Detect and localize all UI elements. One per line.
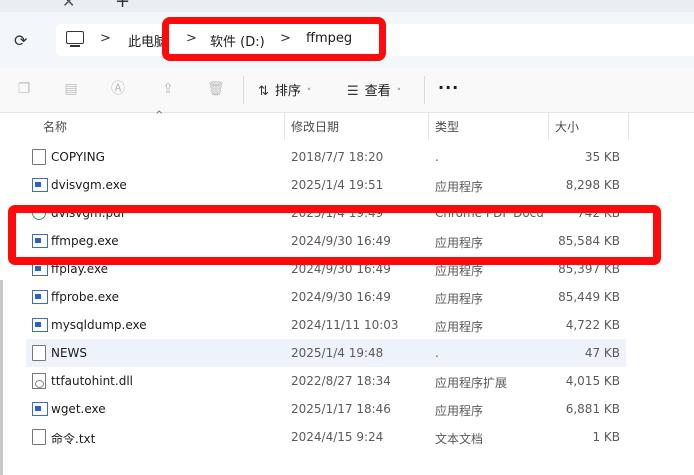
toolbar-divider [243,76,244,104]
file-name: wget.exe [51,402,106,416]
sort-icon: ⇅ [258,84,269,99]
file-size: 4,015 KB [565,374,620,388]
file-type: 应用程序 [435,320,484,334]
file-type: . [435,346,439,360]
this-pc-icon[interactable] [66,31,84,47]
file-type: 应用程序 [435,292,484,306]
chevron-down-icon: ˅ [306,88,312,98]
view-button[interactable]: ☰ 查看 ˅ [347,80,401,100]
address-highlight-box [162,17,386,61]
column-divider[interactable] [548,112,549,140]
file-size: 8,298 KB [565,178,620,192]
file-row[interactable]: wget.exe 2025/1/17 18:46 应用程序 6,881 KB [26,395,626,423]
refresh-icon[interactable]: ⟳ [14,31,27,50]
file-modified: 2024/11/11 10:03 [291,318,399,332]
sort-ascending-icon: ^ [155,110,164,121]
file-name: dvisvgm.exe [51,178,127,192]
file-modified: 2018/7/7 18:20 [291,150,384,164]
file-row[interactable]: 命令.txt 2024/4/15 9:24 文本文档 1 KB [26,423,626,451]
column-header-type[interactable]: 类型 [435,118,459,135]
column-divider[interactable] [428,112,429,140]
exe-icon [32,318,48,332]
column-divider[interactable] [628,112,629,140]
column-header-size[interactable]: 大小 [555,118,579,135]
dll-icon [32,373,46,389]
chevron-down-icon: ˅ [396,88,402,98]
column-header-row: ^ 名称 修改日期 类型 大小 [0,110,694,140]
file-modified: 2024/9/30 16:49 [291,290,391,304]
copy-icon[interactable]: ❐ [16,81,32,97]
exe-icon [32,178,48,192]
command-bar: ❐ ▤ Ⓐ ⇪ 🗑 ⇅ 排序 ˅ ☰ 查看 ˅ ··· [0,68,694,113]
rename-icon[interactable]: Ⓐ [110,81,126,97]
file-type: 应用程序 [435,404,484,418]
document-icon [32,149,46,165]
delete-icon[interactable]: 🗑 [207,81,225,97]
file-name: ttfautohint.dll [51,374,133,388]
exe-icon [32,290,48,304]
file-modified: 2025/1/17 18:46 [291,402,391,416]
view-list-icon: ☰ [347,84,359,99]
tab-strip: ✕ + [0,0,694,12]
file-size: 1 KB [592,430,620,444]
exe-icon [32,402,48,416]
file-modified: 2022/8/27 18:34 [291,374,391,388]
file-name: NEWS [51,346,88,360]
file-size: 6,881 KB [565,402,620,416]
navigation-pane-edge [0,280,3,475]
file-row[interactable]: mysqldump.exe 2024/11/11 10:03 应用程序 4,72… [26,311,626,339]
file-type: 应用程序 [435,180,484,194]
column-header-name[interactable]: 名称 [43,118,67,135]
file-name: mysqldump.exe [51,318,147,332]
file-size: 4,722 KB [565,318,620,332]
new-tab-icon[interactable]: + [115,0,130,12]
paste-icon[interactable]: ▤ [63,81,79,97]
more-options-button[interactable]: ··· [438,78,459,97]
file-row[interactable]: ttfautohint.dll 2022/8/27 18:34 应用程序扩展 4… [26,367,626,395]
file-modified: 2025/1/4 19:51 [291,178,384,192]
toolbar-divider [424,76,425,104]
close-tab-icon[interactable]: ✕ [62,0,75,11]
ffmpeg-row-highlight-box [8,205,661,265]
share-icon[interactable]: ⇪ [160,81,176,97]
file-size: 35 KB [584,150,620,164]
file-row-selected[interactable]: NEWS 2025/1/4 19:48 . 47 KB [26,339,626,367]
file-size: 85,449 KB [558,290,620,304]
file-size: 47 KB [584,346,620,360]
file-type: 文本文档 [435,432,484,446]
document-icon [32,345,46,361]
file-row[interactable]: COPYING 2018/7/7 18:20 . 35 KB [26,143,626,171]
file-row[interactable]: ffprobe.exe 2024/9/30 16:49 应用程序 85,449 … [26,283,626,311]
column-header-modified[interactable]: 修改日期 [291,118,339,135]
sort-label: 排序 [274,84,301,99]
sort-button[interactable]: ⇅ 排序 ˅ [258,80,311,100]
file-row[interactable]: dvisvgm.exe 2025/1/4 19:51 应用程序 8,298 KB [26,171,626,199]
view-label: 查看 [364,84,391,99]
column-divider[interactable] [284,112,285,140]
file-type: 应用程序扩展 [435,376,508,390]
file-name: 命令.txt [51,432,96,446]
file-type: . [435,150,439,164]
file-name: COPYING [51,150,105,164]
text-file-icon [32,429,46,445]
file-modified: 2024/4/15 9:24 [291,430,384,444]
file-modified: 2025/1/4 19:48 [291,346,384,360]
file-name: ffprobe.exe [51,290,119,304]
breadcrumb-separator-icon[interactable]: > [100,31,111,46]
